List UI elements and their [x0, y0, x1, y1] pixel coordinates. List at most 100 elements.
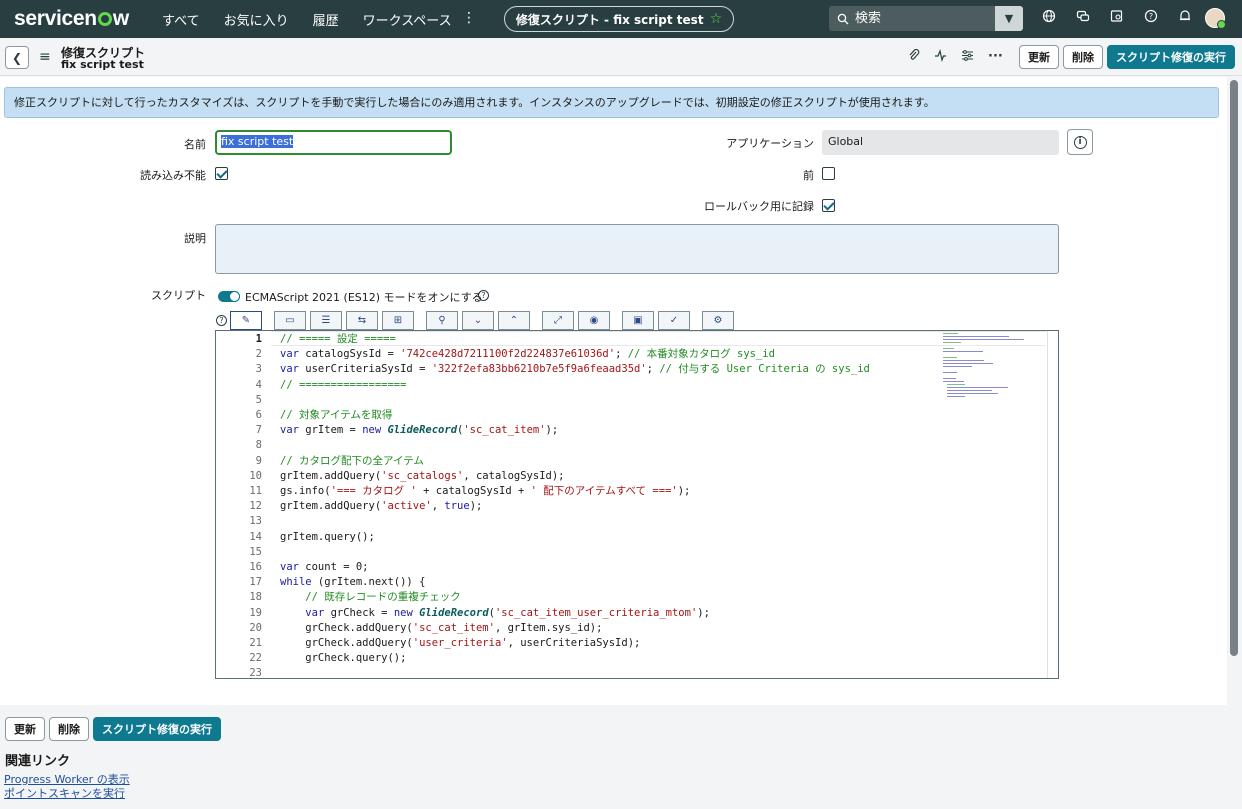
rollback-checkbox[interactable] [822, 199, 835, 212]
chevron-left-icon: ❮ [11, 50, 23, 65]
line-number: 18 [249, 591, 262, 604]
chat-icon[interactable] [1074, 9, 1092, 27]
name-label: 名前 [184, 138, 206, 151]
es12-help-icon[interactable]: ? [478, 290, 489, 301]
line-code: var userCriteriaSysId = '322f2efa83bb621… [280, 363, 870, 376]
point-scan-link[interactable]: ポイントスキャンを実行 [4, 785, 125, 801]
paperclip-icon[interactable] [908, 48, 920, 66]
globe-icon[interactable] [1040, 9, 1058, 27]
line-number: 7 [255, 424, 262, 437]
run-fix-script-button[interactable]: スクリプト修復の実行 [1107, 45, 1235, 69]
before-label: 前 [803, 169, 814, 182]
script-editor[interactable]: 1 // ===== 設定 ===== 2 var catalogSysId = '7… [215, 330, 1059, 679]
code-line: 2 var catalogSysId = '742ce428d7211100f2d… [216, 347, 1036, 362]
activity-icon[interactable] [934, 48, 947, 66]
code-line: 20 grCheck.addQuery('sc_cat_item', grIte… [216, 621, 1036, 636]
line-code: // ===== 設定 ===== [280, 333, 396, 345]
svg-text:?: ? [1149, 12, 1153, 21]
code-line: 13 [216, 514, 1036, 529]
format-code-icon[interactable]: ☰ [310, 311, 342, 330]
top-nav: servicen w すべて お気に入り 履歴 ワークスペース ⋮ 修復スクリプト… [0, 0, 1242, 38]
name-field[interactable]: fix script test [215, 130, 452, 155]
settings-sliders-icon[interactable] [961, 49, 974, 66]
search-input[interactable] [855, 11, 975, 26]
help-icon[interactable]: ? [1142, 9, 1160, 27]
record-name: fix script test [61, 58, 144, 71]
global-search [829, 6, 995, 31]
nav-history[interactable]: 履歴 [313, 10, 339, 29]
line-code: grCheck.query(); [280, 652, 407, 665]
delete-button[interactable]: 削除 [1063, 45, 1103, 69]
related-links-title: 関連リンク [5, 754, 71, 769]
editor-minimap-divider [1047, 331, 1048, 678]
info-message: 修正スクリプトに対して行ったカスタマイズは、スクリプトを手動で実行した場合にのみ… [4, 87, 1219, 118]
before-checkbox[interactable] [822, 167, 835, 180]
unloadable-label: 読み込み不能 [140, 169, 206, 182]
find-next-icon[interactable]: ⌄ [462, 311, 494, 330]
code-line: 23 [216, 666, 1036, 678]
update-button[interactable]: 更新 [1019, 45, 1059, 69]
user-avatar[interactable] [1205, 8, 1226, 29]
minimap-line [943, 363, 994, 364]
more-actions-icon[interactable]: ··· [988, 49, 1003, 66]
line-number: 10 [249, 469, 262, 482]
star-icon[interactable]: ☆ [710, 11, 723, 27]
description-textarea[interactable] [215, 224, 1059, 274]
nav-icon-group: ? [1040, 9, 1194, 27]
form-header: ❮ ≡ 修復スクリプト fix script test ··· 更新 削除 スク… [0, 38, 1242, 76]
search-scope-dropdown[interactable]: ▼ [995, 6, 1023, 31]
footer-update-button[interactable]: 更新 [5, 717, 45, 741]
line-number: 14 [249, 530, 262, 543]
back-button[interactable]: ❮ [5, 46, 29, 69]
line-code: gs.info('=== カタログ ' + catalogSysId + ' 配… [280, 485, 691, 497]
servicenow-logo[interactable]: servicen w [14, 7, 129, 31]
footer-delete-button[interactable]: 削除 [49, 717, 89, 741]
bell-icon[interactable] [1176, 9, 1194, 27]
code-line: 1 // ===== 設定 ===== [216, 332, 1036, 347]
es12-toggle[interactable] [218, 291, 240, 302]
nav-workspaces[interactable]: ワークスペース [363, 10, 452, 29]
page-scrollbar[interactable] [1230, 80, 1238, 656]
code-line: 5 [216, 393, 1036, 408]
comment-icon[interactable]: ▭ [274, 311, 306, 330]
editor-minimap[interactable] [943, 333, 1043, 413]
application-info-button[interactable]: i [1067, 129, 1093, 155]
name-value: fix script test [221, 135, 294, 148]
record-title-pill[interactable]: 修復スクリプト - fix script test ☆ [504, 6, 734, 32]
line-code: grItem.query(); [280, 530, 375, 543]
line-number: 16 [249, 561, 262, 573]
find-icon[interactable]: ⚲ [426, 311, 458, 330]
form-content: 修正スクリプトに対して行ったカスタマイズは、スクリプトを手動で実行した場合にのみ… [0, 77, 1227, 705]
document-search-icon[interactable] [1108, 9, 1126, 27]
nav-all[interactable]: すべて [162, 10, 200, 29]
editor-help-icon[interactable]: ? [216, 315, 227, 326]
header-buttons: 更新 削除 スクリプト修復の実行 [1019, 45, 1235, 69]
nav-favorites[interactable]: お気に入り [224, 10, 289, 29]
footer-run-fix-script-button[interactable]: スクリプト修復の実行 [93, 717, 221, 741]
debug-icon[interactable]: ⚙ [702, 311, 734, 330]
code-line: 19 var grCheck = new GlideRecord('sc_cat… [216, 606, 1036, 621]
unloadable-checkbox[interactable] [215, 167, 228, 180]
line-code: // 既存レコードの重複チェック [305, 591, 461, 604]
code-line: 22 grCheck.query(); [216, 651, 1036, 666]
find-previous-icon[interactable]: ⌃ [498, 311, 530, 330]
save-icon[interactable]: ▣ [622, 311, 654, 330]
more-menu-icon[interactable]: ⋮ [462, 10, 476, 26]
script-help-icon[interactable]: ◉ [578, 311, 610, 330]
line-number: 2 [255, 348, 262, 361]
code-line: 17 while (grItem.next()) { [216, 575, 1036, 590]
context-menu-icon[interactable]: ≡ [39, 49, 51, 65]
fullscreen-icon[interactable]: ⤢ [542, 311, 574, 330]
toggle-comment-icon[interactable]: ⇆ [346, 311, 378, 330]
chevron-down-icon: ▼ [1004, 12, 1014, 25]
minimap-line [946, 384, 965, 385]
minimap-line [943, 372, 957, 373]
replace-icon[interactable]: ⊞ [382, 311, 414, 330]
syntax-check-icon[interactable]: ✓ [658, 311, 690, 330]
script-assist-icon[interactable]: ✎ [230, 311, 262, 330]
line-number: 5 [255, 393, 262, 406]
code-line: 6 // 対象アイテムを取得 [216, 408, 1036, 423]
line-code: var count = 0; [280, 561, 369, 573]
code-line: 3 var userCriteriaSysId = '322f2efa83bb62… [216, 362, 1036, 377]
minimap-line [946, 393, 998, 394]
